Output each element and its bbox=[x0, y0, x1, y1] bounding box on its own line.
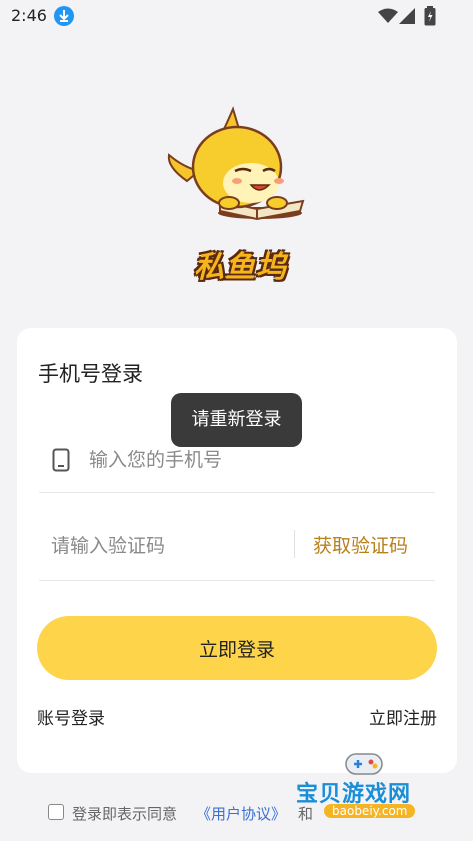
toast-message: 请重新登录 bbox=[171, 393, 302, 447]
agreement-checkbox[interactable] bbox=[48, 804, 64, 820]
signal-icon bbox=[399, 8, 415, 24]
status-time: 2:46 bbox=[11, 6, 47, 25]
phone-input[interactable] bbox=[87, 442, 421, 478]
account-login-link[interactable]: 账号登录 bbox=[37, 704, 105, 729]
login-button[interactable]: 立即登录 bbox=[37, 616, 437, 680]
gamepad-icon bbox=[345, 753, 383, 775]
page-title: 手机号登录 bbox=[38, 362, 143, 386]
phone-icon bbox=[52, 448, 70, 472]
get-code-button[interactable]: 获取验证码 bbox=[313, 531, 408, 558]
agreement-text: 登录即表示同意 bbox=[72, 805, 178, 823]
download-icon bbox=[54, 6, 74, 26]
battery-icon bbox=[424, 6, 436, 26]
watermark-subtitle: baobeiy.com bbox=[324, 804, 416, 818]
app-name: 私鱼坞 bbox=[194, 250, 287, 285]
wifi-icon bbox=[378, 8, 398, 23]
watermark: 宝贝游戏网 baobeiy.com bbox=[296, 748, 446, 826]
user-agreement-link[interactable]: 《用户协议》 bbox=[196, 803, 286, 824]
code-field-row: 获取验证码 bbox=[39, 524, 435, 581]
verification-code-input[interactable] bbox=[49, 528, 283, 564]
status-bar: 2:46 bbox=[0, 0, 473, 34]
register-link[interactable]: 立即注册 bbox=[369, 704, 437, 729]
divider bbox=[294, 530, 295, 558]
shark-reading-book-icon bbox=[167, 106, 305, 221]
